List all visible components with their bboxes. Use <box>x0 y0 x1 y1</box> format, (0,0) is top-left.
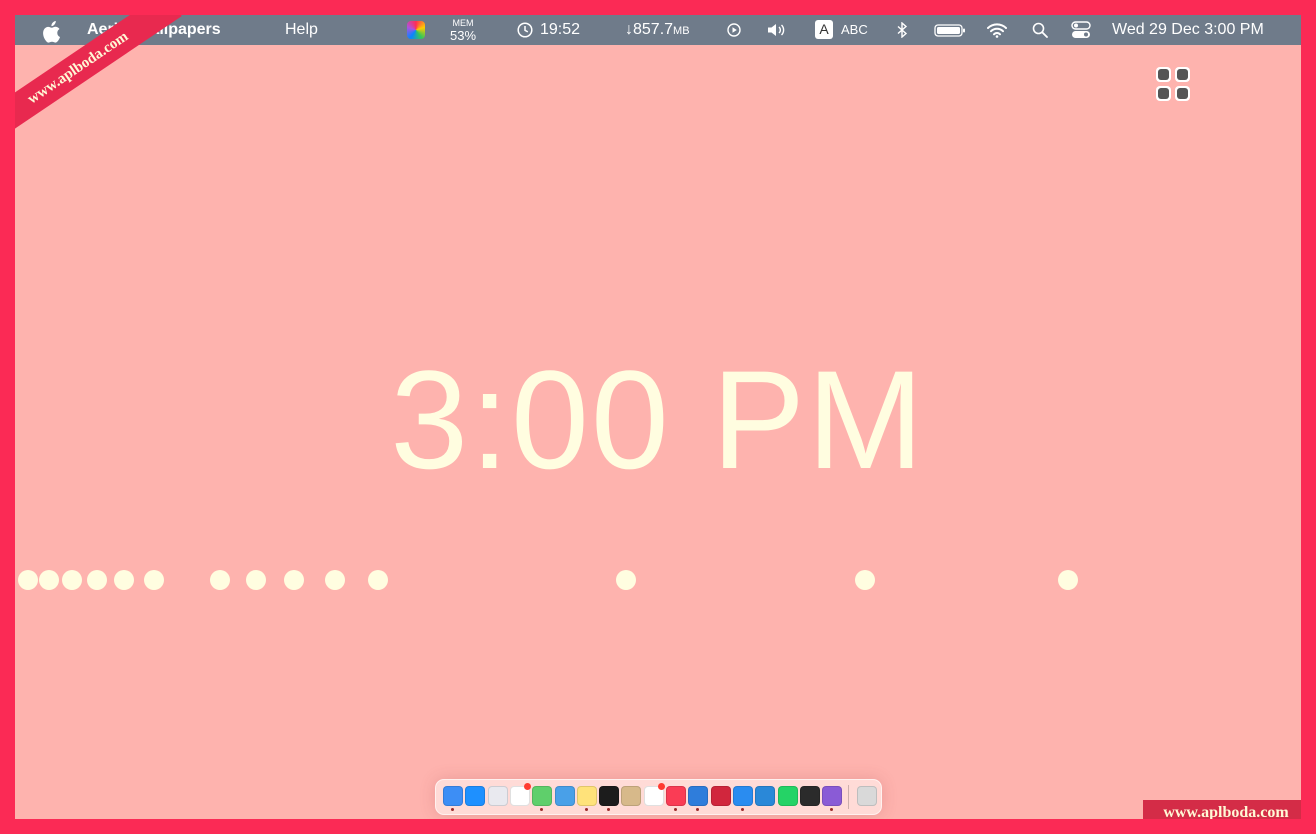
launchpad-icon[interactable] <box>487 786 508 806</box>
whatsapp-icon[interactable] <box>777 786 798 806</box>
preview-icon[interactable] <box>554 786 575 806</box>
clock-app-icon[interactable] <box>599 786 620 806</box>
running-indicator <box>696 808 700 811</box>
notification-badge <box>657 783 665 790</box>
desktop: Aerial Wallpapers Help MEM 53% 19:52 ↓85… <box>15 15 1301 819</box>
finder-icon[interactable] <box>443 786 463 806</box>
clock-time[interactable]: 19:52 <box>540 15 580 45</box>
help-menu[interactable]: Help <box>285 15 318 45</box>
wifi-icon[interactable] <box>987 22 1007 38</box>
dock <box>435 779 882 815</box>
trash-icon[interactable] <box>857 786 877 806</box>
dot <box>210 570 230 590</box>
dot <box>39 570 59 590</box>
input-source-label[interactable]: ABC <box>841 15 868 45</box>
net-unit: MB <box>673 25 690 37</box>
input-source-badge[interactable]: A <box>815 20 833 39</box>
dot <box>114 570 134 590</box>
menu-bar: Aerial Wallpapers Help MEM 53% 19:52 ↓85… <box>15 15 1301 45</box>
dock-separator <box>848 785 849 809</box>
aerial-icon[interactable] <box>822 786 843 806</box>
dot <box>87 570 107 590</box>
network-speed[interactable]: ↓857.7MB <box>625 15 690 45</box>
running-indicator <box>674 808 677 811</box>
watermark-corner: www.aplboda.com <box>1143 800 1301 819</box>
mem-value: 53% <box>450 28 477 43</box>
running-indicator <box>584 808 588 811</box>
memory-status[interactable]: MEM 53% <box>450 18 476 42</box>
aerial-status-icon[interactable] <box>407 21 425 39</box>
screensaver-time: 3:00 PM <box>390 341 926 498</box>
dot <box>616 570 636 590</box>
dot <box>855 570 875 590</box>
bluetooth-icon[interactable] <box>896 22 908 38</box>
music-icon[interactable] <box>666 786 686 806</box>
dot <box>144 570 164 590</box>
xcode-icon[interactable] <box>688 786 709 806</box>
clock-icon[interactable] <box>517 22 533 38</box>
pencil-app-icon[interactable] <box>532 786 553 806</box>
control-center-icon[interactable] <box>1071 21 1091 39</box>
dot <box>246 570 266 590</box>
net-value: ↓857.7 <box>625 21 674 38</box>
running-indicator <box>540 808 544 811</box>
battery-icon[interactable] <box>934 24 966 37</box>
notification-badge <box>523 783 531 790</box>
safari-icon[interactable] <box>732 786 753 806</box>
dot <box>284 570 304 590</box>
dot <box>62 570 82 590</box>
volume-icon[interactable] <box>766 22 788 38</box>
photo-app-icon[interactable] <box>710 786 731 806</box>
dot <box>1058 570 1078 590</box>
dot <box>368 570 388 590</box>
spotlight-search-icon[interactable] <box>1032 22 1048 38</box>
apple-menu-icon[interactable] <box>39 15 63 45</box>
running-indicator <box>740 808 744 811</box>
running-indicator <box>607 808 611 811</box>
widget-grid-icon[interactable] <box>1154 65 1192 103</box>
dot <box>18 570 38 590</box>
app-store-icon[interactable] <box>465 786 486 806</box>
menu-bar-datetime[interactable]: Wed 29 Dec 3:00 PM <box>1112 15 1264 45</box>
now-playing-icon[interactable] <box>727 23 741 37</box>
notes-icon[interactable] <box>576 786 597 806</box>
vscode-icon[interactable] <box>755 786 776 806</box>
notepad-icon[interactable] <box>621 786 642 806</box>
dot <box>325 570 345 590</box>
terminal-icon[interactable] <box>799 786 820 806</box>
running-indicator <box>830 808 834 811</box>
running-indicator <box>451 808 454 811</box>
